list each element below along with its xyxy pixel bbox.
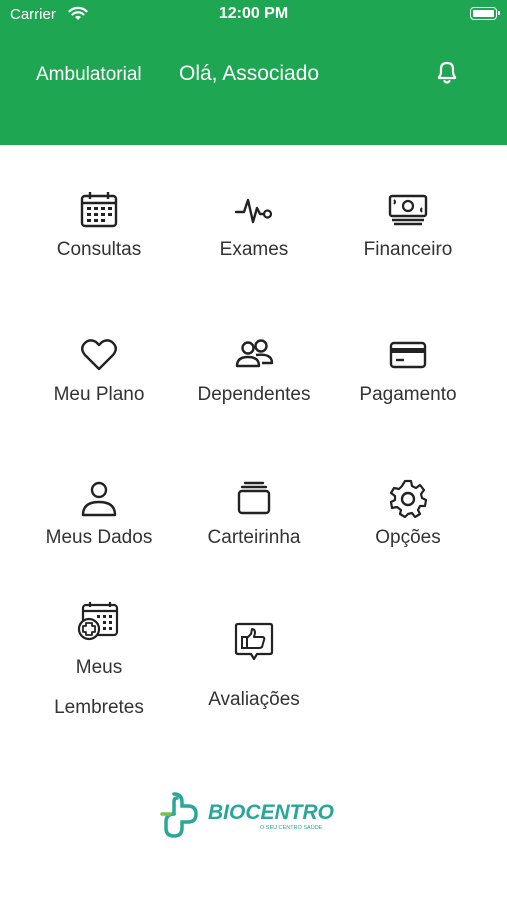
clock: 12:00 PM: [218, 5, 289, 22]
menu-tile-opcoes[interactable]: Opções: [330, 478, 486, 558]
user-icon: [81, 481, 117, 517]
menu-label: Avaliações: [208, 689, 300, 710]
users-icon: [235, 339, 274, 368]
menu-label: Exames: [219, 239, 289, 260]
menu-tile-meu-plano[interactable]: Meu Plano: [21, 335, 177, 415]
bell-icon[interactable]: [434, 58, 460, 86]
menu-label: Consultas: [56, 239, 142, 260]
menu-tile-pagamento[interactable]: Pagamento: [330, 335, 486, 415]
menu-label-line2: Lembretes: [54, 697, 144, 718]
cards-stack-icon: [237, 481, 271, 515]
menu-tile-dependentes[interactable]: Dependentes: [176, 335, 332, 415]
logo-tagline-text: O SEU CENTRO SAÚDE: [260, 824, 323, 831]
greeting-title: Olá, Associado: [179, 62, 320, 85]
menu-label: Financeiro: [363, 239, 453, 260]
menu-tile-carteirinha[interactable]: Carteirinha: [176, 478, 332, 558]
thumbs-up-icon: [234, 622, 274, 661]
gear-icon: [389, 479, 428, 518]
heartbeat-icon: [234, 198, 273, 224]
app-header: Carrier 12:00 PM Ambulatorial Olá, Assoc…: [0, 0, 507, 145]
menu-tile-avaliacoes[interactable]: Avaliações: [176, 620, 332, 720]
calendar-icon: [80, 192, 118, 228]
plan-type-label[interactable]: Ambulatorial: [36, 64, 142, 86]
menu-tile-financeiro[interactable]: Financeiro: [330, 190, 486, 270]
menu-tile-consultas[interactable]: Consultas: [21, 190, 177, 270]
status-bar: Carrier 12:00 PM: [0, 0, 507, 32]
money-icon: [388, 194, 428, 226]
menu-tile-meus-dados[interactable]: Meus Dados: [21, 478, 177, 558]
menu-tile-exames[interactable]: Exames: [176, 190, 332, 270]
menu-label: Carteirinha: [207, 527, 301, 548]
menu-label-line1: Meus: [75, 657, 123, 678]
biocentro-logo-mark: BIOCENTRO O SEU CENTRO SAÚDE: [160, 792, 334, 838]
biocentro-logo: BIOCENTRO O SEU CENTRO SAÚDE: [160, 788, 350, 840]
menu-label: Meus Dados: [45, 527, 153, 548]
calendar-plus-icon: [77, 602, 119, 641]
menu-label: Pagamento: [359, 384, 457, 405]
menu-label: Meu Plano: [53, 384, 145, 405]
card-icon: [389, 341, 427, 369]
heart-icon: [81, 339, 117, 371]
menu-label: Opções: [375, 527, 441, 548]
menu-label: Dependentes: [197, 384, 311, 405]
battery-icon: [470, 7, 500, 20]
logo-brand-text: BIOCENTRO: [208, 801, 334, 824]
menu-tile-meus-lembretes[interactable]: Meus Lembretes: [21, 600, 177, 728]
